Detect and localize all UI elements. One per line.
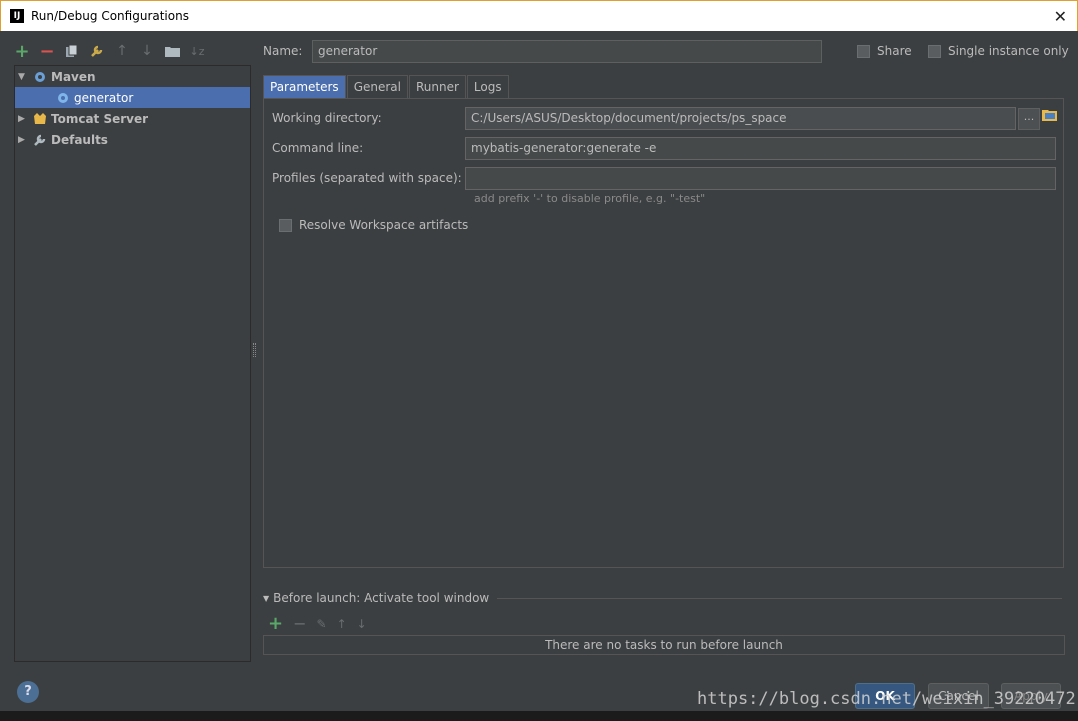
- collapse-arrow-icon[interactable]: ▶: [18, 114, 32, 124]
- dialog-body: + − ↑ ↓ ↓z ▼ Maven generator ▶ Tomcat Se…: [0, 31, 1078, 721]
- share-label: Share: [877, 44, 912, 58]
- tree-item-label: Tomcat Server: [51, 111, 149, 126]
- collapse-arrow-icon[interactable]: ▶: [18, 135, 32, 145]
- before-launch-header[interactable]: ▼ Before launch: Activate tool window: [263, 591, 1062, 605]
- before-launch-task-list: There are no tasks to run before launch: [263, 635, 1065, 655]
- move-up-icon[interactable]: ↑: [114, 43, 130, 59]
- tab-parameters[interactable]: Parameters: [263, 75, 346, 98]
- os-taskbar: [0, 711, 1078, 721]
- help-button[interactable]: ?: [17, 681, 39, 703]
- add-task-icon[interactable]: +: [268, 613, 283, 634]
- working-directory-input[interactable]: C:/Users/ASUS/Desktop/document/projects/…: [465, 107, 1016, 130]
- wrench-icon: [32, 132, 48, 148]
- profiles-label: Profiles (separated with space):: [272, 171, 462, 185]
- before-launch-toolbar: + − ✎ ↑ ↓: [268, 613, 367, 634]
- tree-item-label: generator: [74, 90, 134, 105]
- remove-task-icon[interactable]: −: [293, 614, 306, 633]
- move-task-up-icon[interactable]: ↑: [337, 617, 347, 631]
- browse-button[interactable]: ...: [1018, 108, 1040, 130]
- checkbox-box[interactable]: [928, 44, 941, 58]
- wrench-icon[interactable]: [89, 43, 105, 59]
- tab-runner[interactable]: Runner: [408, 75, 466, 98]
- tab-general[interactable]: General: [346, 75, 408, 98]
- command-line-label: Command line:: [272, 141, 364, 155]
- configuration-tree[interactable]: ▼ Maven generator ▶ Tomcat Server ▶ Defa…: [14, 65, 251, 662]
- collapse-triangle-icon[interactable]: ▼: [263, 594, 269, 603]
- tree-item-defaults[interactable]: ▶ Defaults: [15, 129, 250, 150]
- resolve-workspace-checkbox[interactable]: Resolve Workspace artifacts: [279, 218, 468, 232]
- splitter-handle[interactable]: [253, 343, 256, 357]
- expand-arrow-icon[interactable]: ▼: [18, 72, 32, 82]
- working-directory-label: Working directory:: [272, 111, 382, 125]
- maven-gear-icon: [32, 69, 48, 85]
- name-input[interactable]: generator: [312, 40, 822, 63]
- title-bar: IJ Run/Debug Configurations ✕: [0, 0, 1078, 31]
- window-title: Run/Debug Configurations: [31, 9, 189, 23]
- resolve-workspace-label: Resolve Workspace artifacts: [299, 218, 469, 232]
- separator-line: [497, 597, 1062, 599]
- tomcat-icon: [32, 111, 48, 127]
- tree-item-label: Maven: [51, 69, 96, 84]
- checkbox-box[interactable]: [857, 44, 870, 58]
- share-checkbox[interactable]: Share: [857, 44, 912, 58]
- intellij-icon: IJ: [10, 9, 24, 23]
- config-tabs: Parameters General Runner Logs: [263, 75, 510, 99]
- move-task-down-icon[interactable]: ↓: [357, 617, 367, 631]
- watermark-text: https://blog.csdn.net/weixin_39220472: [697, 689, 1076, 709]
- command-line-input[interactable]: mybatis-generator:generate -e: [465, 137, 1056, 160]
- close-icon[interactable]: ✕: [1054, 7, 1067, 26]
- edit-task-icon[interactable]: ✎: [317, 617, 327, 631]
- tree-item-label: Defaults: [51, 132, 108, 147]
- sort-icon[interactable]: ↓z: [189, 43, 205, 59]
- add-icon[interactable]: +: [14, 41, 30, 62]
- parameters-panel: Working directory: C:/Users/ASUS/Desktop…: [263, 98, 1064, 568]
- tree-item-maven[interactable]: ▼ Maven: [15, 66, 250, 87]
- tab-logs[interactable]: Logs: [466, 75, 509, 98]
- single-instance-checkbox[interactable]: Single instance only: [928, 44, 1069, 58]
- name-label: Name:: [263, 44, 303, 58]
- profiles-hint: add prefix '-' to disable profile, e.g. …: [474, 192, 706, 205]
- folder-open-icon[interactable]: [1042, 108, 1058, 122]
- checkbox-box[interactable]: [279, 218, 292, 232]
- config-toolbar: + − ↑ ↓ ↓z: [14, 41, 205, 62]
- tree-item-generator[interactable]: generator: [15, 87, 250, 108]
- folder-icon[interactable]: [164, 43, 180, 59]
- profiles-input[interactable]: [465, 167, 1056, 190]
- remove-icon[interactable]: −: [39, 41, 55, 62]
- before-launch-title: Before launch: Activate tool window: [273, 591, 490, 605]
- single-instance-label: Single instance only: [948, 44, 1069, 58]
- tree-item-tomcat-server[interactable]: ▶ Tomcat Server: [15, 108, 250, 129]
- maven-gear-icon: [55, 90, 71, 106]
- move-down-icon[interactable]: ↓: [139, 43, 155, 59]
- copy-icon[interactable]: [64, 43, 80, 59]
